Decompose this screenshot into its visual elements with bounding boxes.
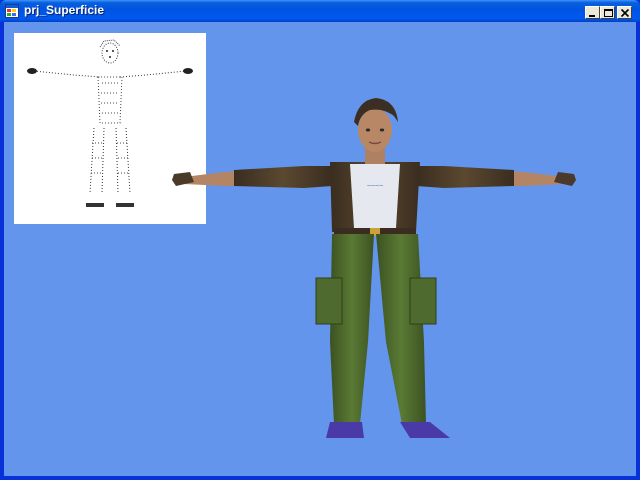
app-window-icon[interactable] (5, 4, 19, 18)
svg-text:~~~~: ~~~~ (367, 183, 383, 190)
maximize-icon (604, 9, 613, 17)
app-window: prj_Superficie ~~~~ (0, 0, 640, 480)
minimize-icon (589, 15, 595, 17)
close-button[interactable] (617, 6, 632, 19)
close-icon (620, 8, 630, 18)
window-title: prj_Superficie (24, 3, 105, 17)
render-viewport[interactable]: ~~~~ (4, 22, 636, 476)
character-model: ~~~~ (172, 98, 576, 438)
minimize-button[interactable] (585, 6, 600, 19)
title-bar[interactable]: prj_Superficie (0, 0, 640, 22)
maximize-button[interactable] (600, 6, 615, 19)
